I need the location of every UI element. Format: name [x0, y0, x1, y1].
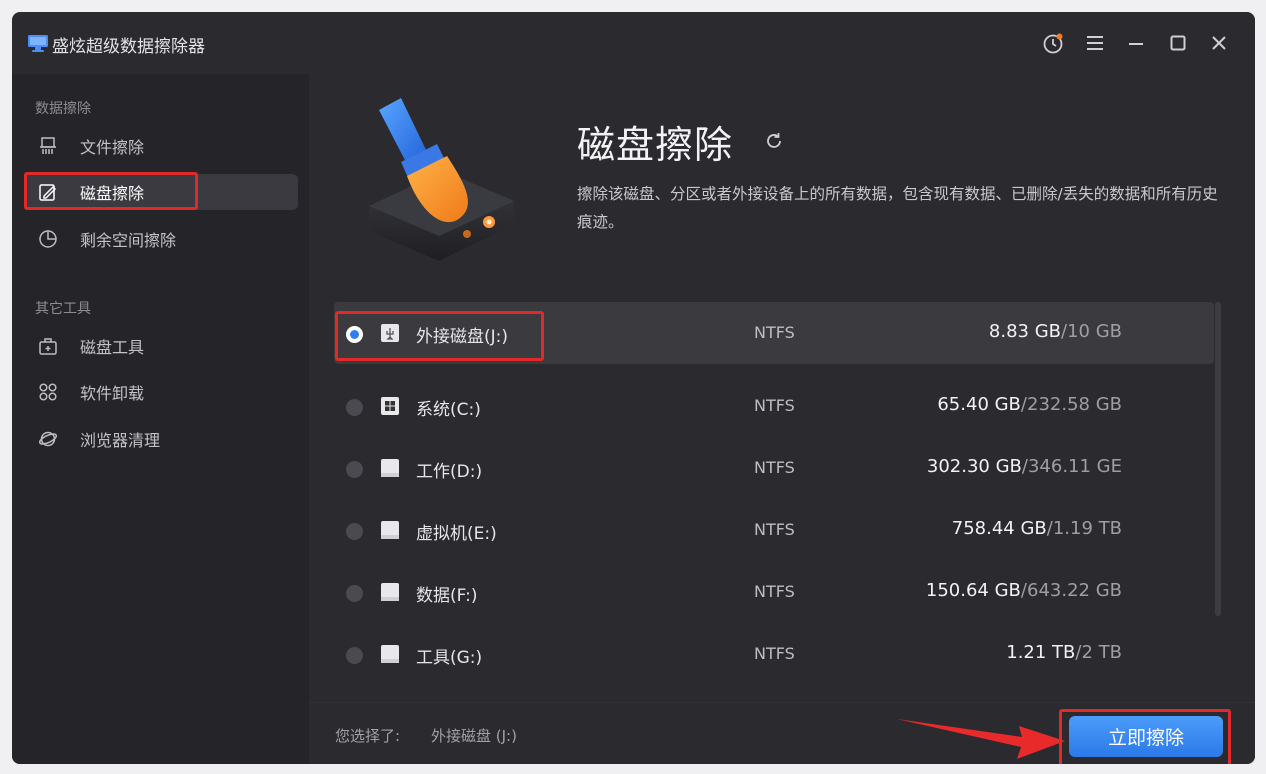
disk-filesystem: NTFS [754, 323, 795, 342]
sidebar-item-disk-tools[interactable]: 磁盘工具 [24, 328, 298, 364]
browser-icon [38, 431, 58, 447]
radio-unselected[interactable] [346, 647, 363, 664]
radio-unselected[interactable] [346, 585, 363, 602]
menu-icon[interactable] [1082, 30, 1108, 56]
app-window: 盛炫超级数据擦除器 数据擦除 文件擦除 磁盘擦除 剩余空间擦除 其它工具 磁盘工… [12, 12, 1255, 764]
sidebar-item-label: 软件卸载 [80, 384, 145, 403]
disk-name: 工作(D:) [416, 462, 483, 482]
disk-filesystem: NTFS [754, 396, 795, 415]
scrollbar[interactable] [1215, 302, 1221, 616]
disk-row[interactable]: 数据(F:) NTFS 150.64 GB/643.22 GB [334, 561, 1214, 623]
sidebar-item-free-space-wipe[interactable]: 剩余空间擦除 [24, 221, 298, 257]
sidebar-item-uninstall[interactable]: 软件卸载 [24, 374, 298, 410]
disk-brush-illustration-icon [369, 98, 514, 261]
wipe-now-button[interactable]: 立即擦除 [1069, 716, 1223, 757]
app-title: 盛炫超级数据擦除器 [52, 37, 205, 57]
disk-filesystem: NTFS [754, 520, 795, 539]
disk-row[interactable]: 工作(D:) NTFS 302.30 GB/346.11 GE [334, 437, 1214, 499]
radio-unselected[interactable] [346, 523, 363, 540]
disk-size: 65.40 GB/232.58 GB [937, 394, 1122, 415]
selected-label: 您选择了: [335, 727, 401, 745]
sidebar-item-label: 剩余空间擦除 [80, 231, 177, 250]
disk-name: 虚拟机(E:) [416, 524, 497, 544]
disk-row[interactable]: 外接磁盘(J:) NTFS 8.83 GB/10 GB [334, 302, 1214, 364]
disk-filesystem: NTFS [754, 644, 795, 663]
disk-wipe-icon [39, 184, 57, 201]
sidebar-item-label: 文件擦除 [80, 138, 145, 157]
disk-row[interactable]: 虚拟机(E:) NTFS 758.44 GB/1.19 TB [334, 499, 1214, 561]
drive-icon [381, 459, 399, 477]
disk-size: 1.21 TB/2 TB [1006, 642, 1122, 663]
footer-bar: 您选择了: 外接磁盘 (J:) 立即擦除 [309, 702, 1255, 764]
red-arrow-icon [897, 719, 1065, 759]
apps-icon [39, 383, 57, 401]
disk-name: 工具(G:) [416, 648, 483, 668]
disk-name: 数据(F:) [416, 586, 478, 606]
disk-row[interactable]: 工具(G:) NTFS 1.21 TB/2 TB [334, 623, 1214, 685]
sidebar-item-file-wipe[interactable]: 文件擦除 [24, 128, 298, 164]
disk-size: 758.44 GB/1.19 TB [951, 518, 1122, 539]
sidebar-section-tools: 其它工具 [35, 301, 91, 317]
sidebar-item-disk-wipe[interactable]: 磁盘擦除 [24, 174, 298, 210]
file-shred-icon [40, 137, 56, 154]
disk-row[interactable]: 系统(C:) NTFS 65.40 GB/232.58 GB [334, 375, 1214, 437]
disk-name: 系统(C:) [416, 400, 481, 420]
radio-unselected[interactable] [346, 399, 363, 416]
usb-drive-icon [381, 324, 399, 342]
maximize-icon[interactable] [1165, 30, 1191, 56]
toolbox-icon [39, 338, 57, 355]
disk-size: 302.30 GB/346.11 GE [926, 456, 1122, 477]
disk-size: 150.64 GB/643.22 GB [925, 580, 1122, 601]
disk-filesystem: NTFS [754, 582, 795, 601]
sidebar-item-label: 磁盘擦除 [80, 184, 145, 203]
disk-list: 外接磁盘(J:) NTFS 8.83 GB/10 GB 系统(C:) NTFS … [334, 302, 1214, 702]
sidebar-item-browser-clean[interactable]: 浏览器清理 [24, 421, 298, 457]
main-panel: 磁盘擦除 擦除该磁盘、分区或者外接设备上的所有数据，包含现有数据、已删除/丢失的… [309, 74, 1255, 764]
clock-update-icon[interactable] [1040, 30, 1066, 56]
drive-icon [381, 645, 399, 663]
sidebar: 数据擦除 文件擦除 磁盘擦除 剩余空间擦除 其它工具 磁盘工具 软件卸载 浏览器… [12, 74, 309, 764]
disk-filesystem: NTFS [754, 458, 795, 477]
pie-chart-icon [39, 230, 57, 248]
drive-icon [381, 521, 399, 539]
radio-unselected[interactable] [346, 461, 363, 478]
title-bar: 盛炫超级数据擦除器 [12, 12, 1255, 74]
close-icon[interactable] [1206, 30, 1232, 56]
monitor-icon [28, 35, 48, 52]
minimize-icon[interactable] [1123, 30, 1149, 56]
selected-value: 外接磁盘 (J:) [431, 727, 517, 745]
page-description: 擦除该磁盘、分区或者外接设备上的所有数据，包含现有数据、已删除/丢失的数据和所有… [577, 185, 1218, 231]
refresh-icon[interactable] [763, 130, 785, 152]
page-title: 磁盘擦除 [577, 123, 734, 167]
sidebar-item-label: 浏览器清理 [80, 431, 161, 450]
sidebar-section-data: 数据擦除 [35, 101, 91, 117]
disk-size: 8.83 GB/10 GB [988, 321, 1122, 342]
disk-name: 外接磁盘(J:) [416, 327, 509, 347]
sidebar-item-label: 磁盘工具 [80, 338, 145, 357]
windows-drive-icon [381, 397, 399, 415]
drive-icon [381, 583, 399, 601]
radio-selected[interactable] [346, 326, 363, 343]
